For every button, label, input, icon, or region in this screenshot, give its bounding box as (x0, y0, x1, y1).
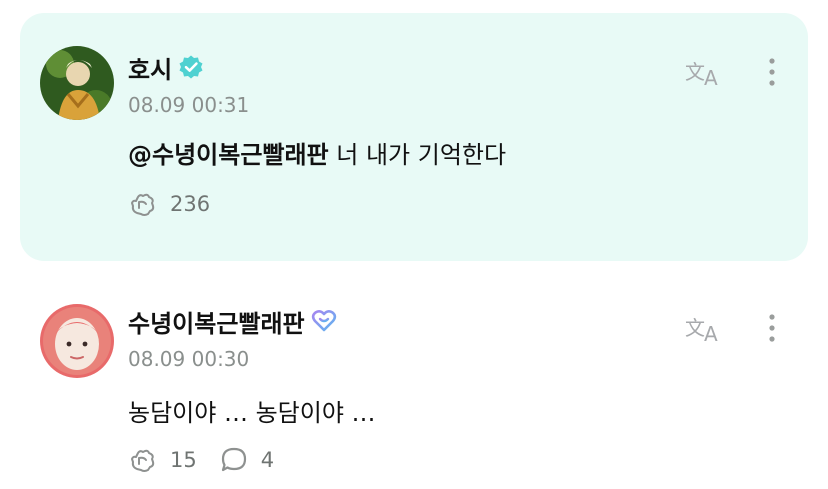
author-name[interactable]: 수녕이복근빨래판 (128, 304, 305, 339)
translate-button[interactable]: 文 A (684, 55, 724, 90)
svg-text:文: 文 (685, 316, 705, 340)
more-options-button[interactable] (762, 311, 782, 345)
avatar-photo-icon (40, 46, 114, 120)
timestamp: 08.09 00:30 (128, 347, 250, 371)
author-name[interactable]: 호시 (128, 50, 172, 85)
comment-body-text: 너 내가 기억한다 (328, 141, 507, 169)
reaction-bar: 236 (128, 187, 232, 221)
verified-badge-icon (178, 54, 204, 80)
svg-text:文: 文 (685, 60, 705, 84)
svg-text:A: A (704, 66, 718, 89)
comment-thread: 호시 08.09 00:31 @수녕이복근빨래판 너 내가 기억한다 236 文… (0, 0, 828, 489)
translate-button[interactable]: 文 A (684, 311, 724, 346)
translate-icon: 文 A (685, 60, 718, 90)
reaction-bar: 15 4 (128, 443, 296, 477)
translate-icon: 文 A (685, 316, 718, 346)
author-row: 수녕이복근빨래판 (128, 303, 337, 339)
comment-highlighted: 호시 08.09 00:31 @수녕이복근빨래판 너 내가 기억한다 236 文… (20, 13, 808, 261)
like-button[interactable]: 236 (128, 189, 210, 219)
svg-text:A: A (704, 322, 718, 345)
more-vertical-icon (769, 314, 775, 342)
avatar-photo-icon (40, 304, 114, 378)
mention-link[interactable]: @수녕이복근빨래판 (128, 141, 329, 169)
author-row: 호시 (128, 49, 204, 85)
comment-body-text: 농담이야 … 농담이야 … (128, 399, 376, 427)
fan-heart-badge-icon (311, 308, 337, 334)
like-count: 236 (170, 192, 211, 216)
more-options-button[interactable] (762, 55, 782, 89)
comment: 수녕이복근빨래판 08.09 00:30 농담이야 … 농담이야 … 15 4 … (20, 283, 808, 483)
timestamp: 08.09 00:31 (128, 93, 250, 117)
like-icon (131, 449, 155, 472)
reply-button[interactable]: 4 (219, 445, 274, 475)
reply-count: 4 (260, 448, 275, 472)
avatar[interactable] (40, 304, 114, 378)
like-button[interactable]: 15 (128, 445, 197, 475)
comment-text: 농담이야 … 농담이야 … (128, 393, 376, 428)
more-vertical-icon (769, 58, 775, 86)
like-count: 15 (170, 448, 197, 472)
comment-bubble-icon (221, 447, 246, 472)
avatar[interactable] (40, 46, 114, 120)
like-icon (131, 193, 155, 216)
comment-text: @수녕이복근빨래판 너 내가 기억한다 (128, 135, 506, 170)
